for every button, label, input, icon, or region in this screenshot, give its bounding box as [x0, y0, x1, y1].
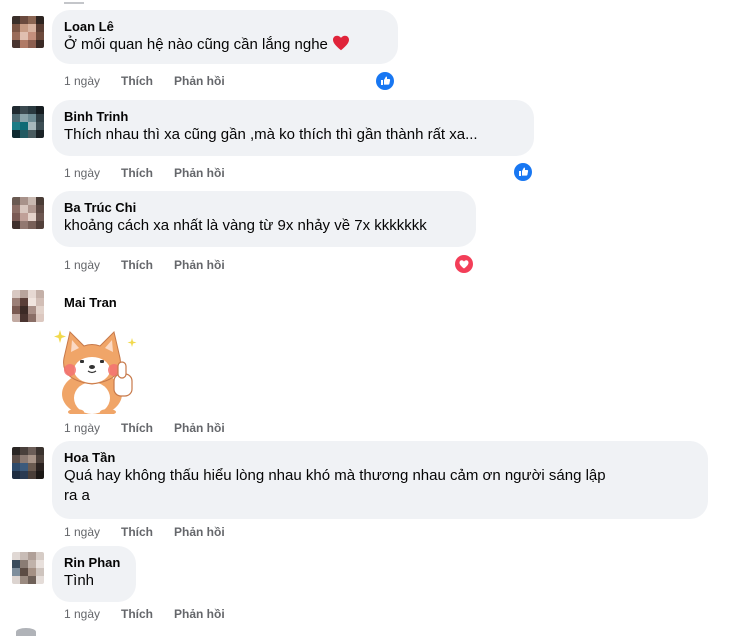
like-button[interactable]: Thích — [121, 420, 174, 436]
avatar[interactable] — [16, 628, 36, 636]
avatar[interactable] — [12, 552, 44, 584]
avatar[interactable] — [12, 290, 44, 322]
comment-author[interactable]: Loan Lê — [64, 18, 386, 35]
comment-actions: 1 ngày Thích Phản hồi — [64, 165, 225, 181]
comment-actions: 1 ngày Thích Phản hồi — [64, 524, 225, 540]
comment-timestamp[interactable]: 1 ngày — [64, 420, 121, 436]
comment-bubble: Binh Trinh Thích nhau thì xa cũng gần ,m… — [52, 100, 534, 156]
like-button[interactable]: Thích — [121, 524, 174, 540]
reply-button[interactable]: Phản hồi — [174, 165, 225, 181]
love-icon[interactable] — [453, 253, 475, 275]
like-button[interactable]: Thích — [121, 257, 174, 273]
comment-timestamp[interactable]: 1 ngày — [64, 524, 121, 540]
reply-button[interactable]: Phản hồi — [174, 257, 225, 273]
comment-text: Thích nhau thì xa cũng gần ,mà ko thích … — [64, 126, 478, 143]
reply-button[interactable]: Phản hồi — [174, 420, 225, 436]
avatar[interactable] — [12, 16, 44, 48]
comment-text: Ở mối quan hệ nào cũng cần lắng nghe — [64, 35, 386, 55]
comment-author[interactable]: Ba Trúc Chi — [64, 199, 464, 216]
comment-text: Tình — [64, 572, 95, 589]
comment-actions: 1 ngày Thích Phản hồi — [64, 73, 225, 89]
comment-author[interactable]: Mai Tran — [64, 294, 117, 311]
like-button[interactable]: Thích — [121, 73, 174, 89]
comment-author[interactable]: Rin Phan — [64, 554, 124, 571]
comment-actions: 1 ngày Thích Phản hồi — [64, 606, 225, 622]
like-icon[interactable] — [374, 70, 396, 92]
avatar[interactable] — [12, 106, 44, 138]
reply-button[interactable]: Phản hồi — [174, 606, 225, 622]
avatar[interactable] — [12, 447, 44, 479]
comment-author[interactable]: Binh Trinh — [64, 108, 522, 125]
previous-comment-edge — [64, 0, 84, 4]
comment-text: khoảng cách xa nhất là vàng từ 9x nhảy v… — [64, 217, 427, 234]
comment-bubble: Loan Lê Ở mối quan hệ nào cũng cần lắng … — [52, 10, 398, 64]
reply-button[interactable]: Phản hồi — [174, 73, 225, 89]
comment-bubble: Rin Phan Tình — [52, 546, 136, 602]
comment-actions: 1 ngày Thích Phản hồi — [64, 420, 225, 436]
comment-actions: 1 ngày Thích Phản hồi — [64, 257, 225, 273]
comment-timestamp[interactable]: 1 ngày — [64, 73, 121, 89]
comment-timestamp[interactable]: 1 ngày — [64, 257, 121, 273]
shiba-dog-thumbs-up-sticker — [52, 324, 140, 416]
comment-author[interactable]: Hoa Tần — [64, 449, 696, 466]
like-button[interactable]: Thích — [121, 165, 174, 181]
avatar[interactable] — [12, 197, 44, 229]
comment-text-content: Ở mối quan hệ nào cũng cần lắng nghe — [64, 36, 328, 53]
comment-timestamp[interactable]: 1 ngày — [64, 165, 121, 181]
comment-text-line-1: Quá hay không thấu hiểu lòng nhau khó mà… — [64, 467, 606, 484]
comment-bubble: Hoa Tần Quá hay không thấu hiểu lòng nha… — [52, 441, 708, 519]
like-button[interactable]: Thích — [121, 606, 174, 622]
comment-timestamp[interactable]: 1 ngày — [64, 606, 121, 622]
reply-button[interactable]: Phản hồi — [174, 524, 225, 540]
like-icon[interactable] — [512, 161, 534, 183]
heart-emoji-icon — [332, 35, 349, 51]
comment-text-line-2: ra a — [64, 487, 90, 504]
comment-bubble: Ba Trúc Chi khoảng cách xa nhất là vàng … — [52, 191, 476, 247]
